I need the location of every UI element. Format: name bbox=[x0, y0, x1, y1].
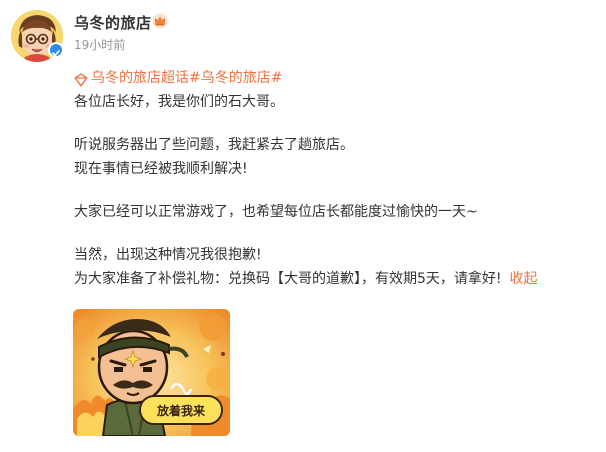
post-line-text: 为大家准备了补偿礼物：兑换码【大哥的道歉】，有效期5天，请拿好! bbox=[74, 271, 502, 287]
image-button-caption: 放着我来 bbox=[139, 395, 223, 425]
supertopic-icon bbox=[74, 71, 88, 87]
post-image[interactable]: 放着我来 bbox=[73, 309, 230, 436]
post-line: 当然，出现这种情况我很抱歉! bbox=[74, 247, 262, 263]
post-time: 19小时前 bbox=[74, 38, 126, 52]
topic-link[interactable]: 乌冬的旅店超话#乌冬的旅店# bbox=[74, 66, 594, 90]
post-body: 乌冬的旅店超话#乌冬的旅店# 各位店长好，我是你们的石大哥。 听说服务器出了些问… bbox=[74, 66, 594, 291]
post-line: 现在事情已经被我顺利解决! bbox=[74, 161, 248, 177]
weibo-post: 乌冬的旅店 19小时前 乌冬的旅店超话#乌冬的旅店# 各位店长好，我是你们的石大… bbox=[0, 0, 606, 452]
post-line: 听说服务器出了些问题，我赶紧去了趟旅店。 bbox=[74, 137, 354, 153]
post-line: 大家已经可以正常游戏了，也希望每位店长都能度过愉快的一天~ bbox=[74, 204, 478, 220]
crown-icon bbox=[152, 13, 168, 29]
topic-text[interactable]: 乌冬的旅店超话#乌冬的旅店# bbox=[91, 66, 282, 90]
post-line: 各位店长好，我是你们的石大哥。 bbox=[74, 94, 284, 110]
collapse-link[interactable]: 收起 bbox=[510, 271, 538, 287]
post-line-last: 为大家准备了补偿礼物：兑换码【大哥的道歉】，有效期5天，请拿好! 收起 bbox=[74, 267, 594, 291]
bottom-bar-edge bbox=[0, 446, 606, 452]
verified-badge-icon bbox=[48, 42, 64, 58]
username[interactable]: 乌冬的旅店 bbox=[74, 12, 152, 33]
